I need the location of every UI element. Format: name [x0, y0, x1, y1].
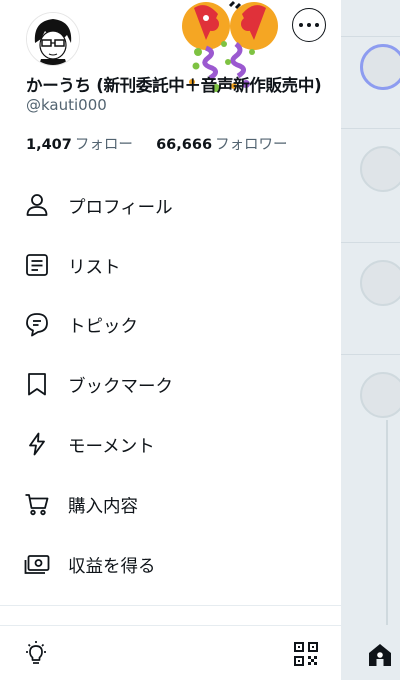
- lightning-icon: [29, 432, 45, 456]
- timeline-divider: [341, 36, 400, 37]
- bookmark-icon: [28, 373, 46, 396]
- user-handle: @kauti000: [26, 96, 107, 114]
- timeline-divider: [341, 242, 400, 243]
- menu-item-label: プロフィール: [68, 198, 173, 218]
- list-icon: [26, 254, 48, 276]
- followers-count: 66,666: [156, 137, 213, 153]
- menu-item-label: ブックマーク: [68, 377, 173, 397]
- lightbulb-icon[interactable]: [22, 640, 50, 668]
- topic-icon: [26, 313, 48, 337]
- menu-item-moments[interactable]: モーメント: [0, 418, 341, 470]
- following-label: フォロー: [74, 137, 133, 153]
- person-icon: [26, 194, 48, 216]
- avatar[interactable]: [26, 12, 80, 66]
- thread-line: [386, 420, 388, 625]
- timeline-pane: [341, 0, 400, 680]
- followers-link[interactable]: 66,666 フォロワー: [151, 137, 287, 153]
- following-count: 1,407: [26, 137, 72, 153]
- following-link[interactable]: 1,407 フォロー: [26, 137, 137, 153]
- side-drawer: かーうち (新刊委託中＋音声新作販売中) @kauti000 1,407 フォロー…: [0, 0, 341, 680]
- divider: [0, 605, 341, 606]
- cart-icon: [25, 494, 49, 516]
- menu-item-purchases[interactable]: 購入内容: [0, 478, 341, 530]
- menu-item-lists[interactable]: リスト: [0, 239, 341, 291]
- menu-item-label: リスト: [68, 258, 121, 278]
- menu-item-label: 収益を得る: [68, 557, 156, 577]
- menu-item-monetization[interactable]: 収益を得る: [0, 538, 341, 590]
- qr-code-icon[interactable]: [294, 642, 318, 666]
- timeline-avatar[interactable]: [360, 146, 400, 192]
- timeline-avatar[interactable]: [360, 260, 400, 306]
- more-options-button[interactable]: [292, 8, 326, 42]
- menu-item-profile[interactable]: プロフィール: [0, 179, 341, 231]
- timeline-divider: [341, 354, 400, 355]
- timeline-avatar[interactable]: [360, 372, 400, 418]
- display-name: かーうち (新刊委託中＋音声新作販売中): [26, 76, 322, 95]
- timeline-divider: [341, 128, 400, 129]
- menu-item-topics[interactable]: トピック: [0, 298, 341, 350]
- followers-label: フォロワー: [215, 137, 288, 153]
- money-icon: [24, 555, 50, 574]
- home-icon[interactable]: [366, 641, 394, 669]
- follow-stats: 1,407 フォロー 66,666 フォロワー: [26, 133, 288, 154]
- menu-item-label: トピック: [68, 317, 138, 337]
- menu-item-bookmarks[interactable]: ブックマーク: [0, 358, 341, 410]
- bottom-divider: [0, 625, 400, 626]
- menu-item-label: モーメント: [68, 437, 155, 457]
- timeline-avatar[interactable]: [360, 44, 400, 90]
- menu-item-label: 購入内容: [68, 497, 138, 517]
